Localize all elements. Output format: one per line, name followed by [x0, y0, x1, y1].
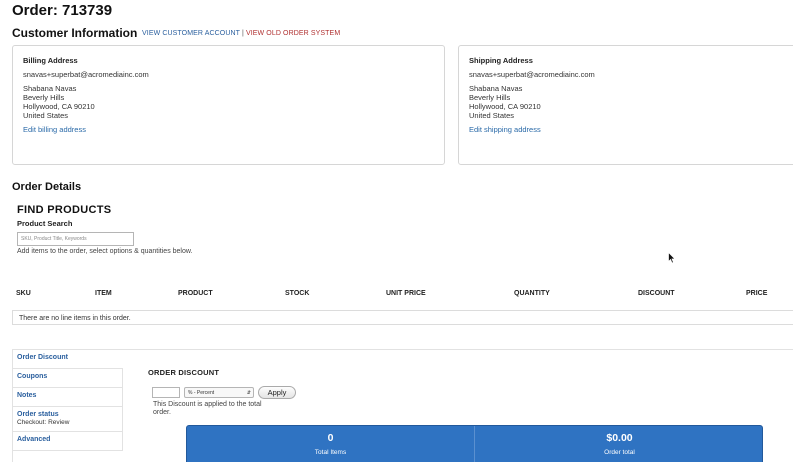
shipping-line1: Beverly Hills: [469, 92, 511, 102]
order-status-value: Checkout: Review: [17, 419, 70, 426]
totals-bar: 0 Total Items $0.00 Order total: [186, 425, 763, 462]
billing-address-title: Billing Address: [23, 56, 78, 65]
link-separator: |: [242, 30, 244, 37]
shipping-address-card: Shipping Address snavas+superbat@acromed…: [458, 45, 793, 165]
shipping-line2: Hollywood, CA 90210: [469, 102, 541, 112]
tab-order-status[interactable]: Order status Checkout: Review: [12, 407, 123, 432]
billing-line2: Hollywood, CA 90210: [23, 102, 95, 112]
product-search-input[interactable]: [17, 232, 134, 246]
customer-information-heading: Customer Information: [12, 26, 138, 40]
tab-notes[interactable]: Notes: [12, 388, 123, 407]
discount-type-value: % - Percent: [188, 390, 215, 396]
order-total-value: $0.00: [606, 432, 633, 444]
view-old-order-system-link[interactable]: VIEW OLD ORDER SYSTEM: [246, 30, 340, 37]
total-items-value: 0: [327, 432, 334, 444]
add-items-note: Add items to the order, select options &…: [17, 248, 193, 255]
page-title: Order: 713739: [12, 2, 113, 19]
tab-advanced-label: Advanced: [17, 436, 51, 443]
column-header-stock: STOCK: [285, 290, 310, 297]
column-header-quantity: QUANTITY: [514, 290, 550, 297]
tab-order-discount-label: Order Discount: [17, 354, 68, 361]
tab-coupons-label: Coupons: [17, 373, 48, 380]
column-header-discount: DISCOUNT: [638, 290, 675, 297]
tab-notes-label: Notes: [17, 392, 37, 399]
order-total-cell: $0.00 Order total: [476, 426, 763, 462]
select-arrows-icon: ⇵: [246, 390, 251, 396]
column-header-product: PRODUCT: [178, 290, 213, 297]
edit-shipping-address-link[interactable]: Edit shipping address: [469, 125, 595, 134]
shipping-address-title: Shipping Address: [469, 56, 533, 65]
billing-country: United States: [23, 111, 69, 121]
column-header-item: ITEM: [95, 290, 112, 297]
discount-type-select[interactable]: % - Percent ⇵: [184, 387, 254, 398]
edit-billing-address-link[interactable]: Edit billing address: [23, 125, 149, 134]
empty-line-items-message: There are no line items in this order.: [19, 315, 131, 322]
shipping-email: snavas+superbat@acromediainc.com: [469, 70, 595, 80]
customer-links: VIEW CUSTOMER ACCOUNT | VIEW OLD ORDER SYS…: [142, 30, 340, 37]
tab-advanced[interactable]: Advanced: [12, 432, 123, 451]
tab-order-discount[interactable]: Order Discount: [12, 350, 123, 369]
billing-name: Shabana Navas: [23, 83, 77, 93]
billing-line1: Beverly Hills: [23, 92, 65, 102]
mouse-pointer-icon: [668, 252, 676, 264]
product-search-label: Product Search: [17, 219, 73, 228]
discount-amount-input[interactable]: [152, 387, 180, 398]
column-header-unit-price: UNIT PRICE: [386, 290, 426, 297]
total-items-cell: 0 Total Items: [187, 426, 475, 462]
billing-address-card: Billing Address snavas+superbat@acromedi…: [12, 45, 445, 165]
shipping-name: Shabana Navas: [469, 83, 523, 93]
order-total-label: Order total: [604, 449, 635, 456]
shipping-country: United States: [469, 111, 515, 121]
discount-note: This Discount is applied to the total or…: [153, 401, 262, 416]
view-customer-account-link[interactable]: VIEW CUSTOMER ACCOUNT: [142, 30, 240, 37]
apply-discount-button[interactable]: Apply: [258, 386, 296, 399]
column-header-sku: SKU: [16, 290, 31, 297]
tab-coupons[interactable]: Coupons: [12, 369, 123, 388]
tab-order-status-label: Order status: [17, 411, 59, 418]
find-products-heading: FIND PRODUCTS: [17, 204, 112, 216]
billing-email: snavas+superbat@acromediainc.com: [23, 70, 149, 80]
order-discount-heading: ORDER DISCOUNT: [148, 368, 220, 377]
column-header-price: PRICE: [746, 290, 768, 297]
empty-line-items-row: There are no line items in this order.: [12, 310, 793, 325]
total-items-label: Total Items: [314, 449, 347, 456]
order-details-heading: Order Details: [12, 181, 82, 193]
